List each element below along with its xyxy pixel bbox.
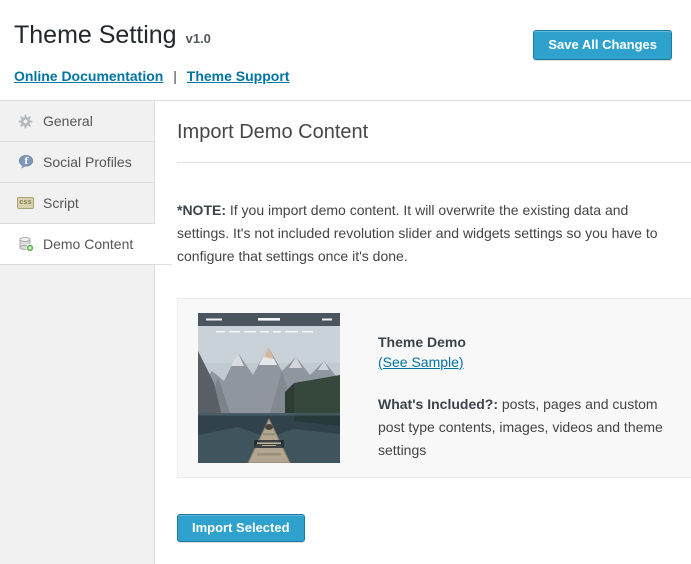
page-header: Theme Setting v1.0 Save All Changes Onli… xyxy=(0,0,691,100)
main-content: Import Demo Content *NOTE: If you import… xyxy=(155,101,691,564)
tab-script[interactable]: css Script xyxy=(0,183,154,224)
version-label: v1.0 xyxy=(186,31,211,46)
heading-divider xyxy=(177,162,691,163)
settings-layout: General f Social Profiles css Script xyxy=(0,100,691,564)
online-documentation-link[interactable]: Online Documentation xyxy=(14,68,163,84)
facebook-bubble-icon: f xyxy=(17,154,34,171)
database-add-icon xyxy=(17,236,34,253)
page-title: Theme Setting xyxy=(14,20,177,51)
settings-tabs-sidebar: General f Social Profiles css Script xyxy=(0,101,155,564)
theme-setting-page: Theme Setting v1.0 Save All Changes Onli… xyxy=(0,0,691,564)
doc-links-row: Online Documentation | Theme Support xyxy=(14,68,672,84)
import-selected-button[interactable]: Import Selected xyxy=(177,514,305,542)
included-paragraph: What's Included?: posts, pages and custo… xyxy=(378,393,678,462)
demo-description: Theme Demo (See Sample) What's Included?… xyxy=(340,313,678,463)
tab-label: General xyxy=(43,113,93,129)
tab-demo-content[interactable]: Demo Content xyxy=(0,224,172,265)
tab-label: Social Profiles xyxy=(43,154,132,170)
section-heading: Import Demo Content xyxy=(177,119,691,145)
included-label: What's Included?: xyxy=(378,396,498,412)
tab-general[interactable]: General xyxy=(0,101,154,142)
tab-label: Script xyxy=(43,195,79,211)
gear-icon xyxy=(17,113,34,130)
css-badge-icon: css xyxy=(17,195,34,212)
links-separator: | xyxy=(173,68,177,84)
tab-social-profiles[interactable]: f Social Profiles xyxy=(0,142,154,183)
theme-demo-thumbnail xyxy=(198,313,340,463)
tab-label: Demo Content xyxy=(43,236,133,252)
demo-item-card: Theme Demo (See Sample) What's Included?… xyxy=(177,298,691,478)
theme-support-link[interactable]: Theme Support xyxy=(187,68,290,84)
see-sample-link[interactable]: (See Sample) xyxy=(378,352,464,372)
save-all-changes-button[interactable]: Save All Changes xyxy=(533,30,672,60)
note-text: If you import demo content. It will over… xyxy=(177,202,658,264)
note-label: *NOTE: xyxy=(177,202,226,218)
demo-title: Theme Demo xyxy=(378,332,678,352)
note-paragraph: *NOTE: If you import demo content. It wi… xyxy=(177,199,682,268)
